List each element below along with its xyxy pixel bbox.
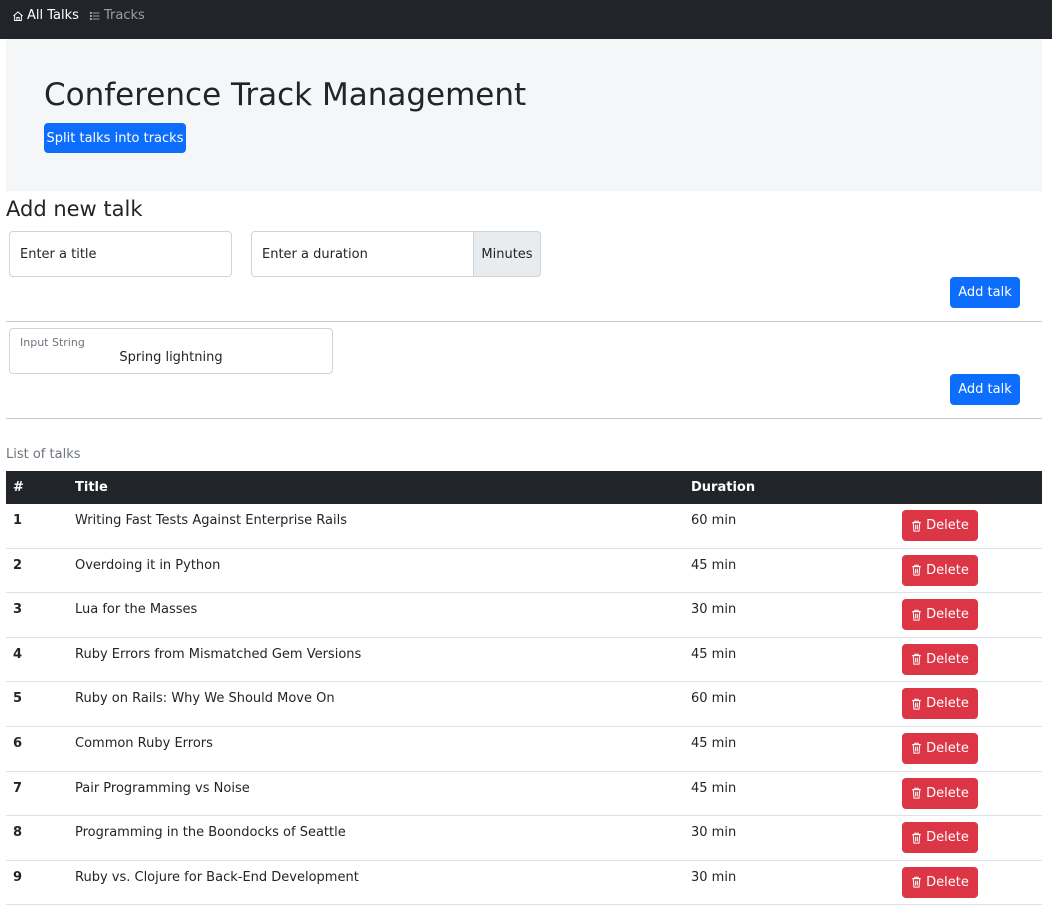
delete-label: Delete [926,830,969,846]
delete-button[interactable]: Delete [902,732,978,764]
talk-number: 5 [13,691,23,707]
input-string-value: Spring lightning [119,350,223,365]
delete-button[interactable]: Delete [902,510,978,541]
delete-label: Delete [926,740,969,756]
table-row: 3 Lua for the Masses 30 min Delete [6,593,1042,638]
add-talk-string-button[interactable]: Add talk [950,374,1020,405]
nav-all-talks[interactable]: All Talks [12,8,79,23]
top-navbar: All Talks Tracks [0,0,1052,39]
hero-panel: Conference Track Management Split talks … [6,39,1042,191]
delete-button[interactable]: Delete [902,777,978,809]
trash-icon [912,743,921,755]
talk-title: Ruby Errors from Mismatched Gem Versions [75,646,362,662]
add-talk-button[interactable]: Add talk [950,277,1020,308]
input-string-label: Input String [20,336,85,349]
talk-number: 4 [13,646,23,662]
delete-label: Delete [926,607,969,623]
table-row: 1 Writing Fast Tests Against Enterprise R… [6,504,1042,549]
talk-number: 8 [13,825,23,841]
delete-label: Delete [926,518,969,533]
table-row: 8 Programming in the Boondocks of Seattle… [6,816,1042,861]
talk-title: Ruby on Rails: Why We Should Move On [75,691,335,707]
trash-icon [912,877,921,888]
table-row: 5 Ruby on Rails: Why We Should Move On 60 … [6,682,1042,727]
talks-table-body: 1 Writing Fast Tests Against Enterprise R… [6,504,1042,906]
col-number: # [13,480,24,495]
delete-button[interactable]: Delete [902,866,978,898]
talk-duration: 45 min [691,557,737,573]
title-input[interactable]: Enter a title [9,231,232,277]
table-row: 9 Ruby vs. Clojure for Back-End Developme… [6,861,1042,906]
delete-label: Delete [926,651,969,667]
delete-button[interactable]: Delete [902,643,978,675]
delete-label: Delete [926,874,969,890]
talk-title: Lua for the Masses [75,602,198,618]
trash-icon [912,698,921,710]
talk-number: 9 [13,869,23,885]
table-row: 2 Overdoing it in Python 45 min Delete [6,549,1042,594]
trash-icon [912,654,921,665]
divider [6,418,1042,419]
table-row: 6 Common Ruby Errors 45 min Delete [6,727,1042,772]
talk-number: 2 [13,557,23,573]
delete-button[interactable]: Delete [902,599,978,631]
page-title: Conference Track Management [44,77,527,113]
col-title: Title [75,480,108,495]
talk-duration: 30 min [691,825,737,841]
talk-number: 6 [13,735,23,751]
talk-title: Overdoing it in Python [75,557,221,573]
talk-title: Writing Fast Tests Against Enterprise Ra… [75,513,347,528]
home-icon [13,10,23,21]
talk-number: 1 [13,513,23,528]
delete-button[interactable]: Delete [902,554,978,586]
duration-input-placeholder: Enter a duration [262,246,368,262]
talk-duration: 45 min [691,646,737,662]
col-duration: Duration [691,480,756,495]
delete-label: Delete [926,696,969,712]
talks-table-header: # Title Duration [6,471,1042,504]
talk-duration: 45 min [691,780,737,796]
delete-label: Delete [926,785,969,801]
duration-input[interactable]: Enter a duration [251,231,474,277]
title-input-placeholder: Enter a title [20,246,97,262]
duration-unit-addon: Minutes [473,231,541,277]
talks-caption: List of talks [6,447,81,462]
split-talks-button[interactable]: Split talks into tracks [44,123,186,153]
talk-title: Pair Programming vs Noise [75,780,250,796]
delete-button[interactable]: Delete [902,822,978,854]
delete-button[interactable]: Delete [902,688,978,720]
trash-icon [912,609,921,621]
nav-tracks-label: Tracks [104,8,145,23]
nav-tracks[interactable]: Tracks [89,8,145,23]
talk-duration: 30 min [691,602,737,618]
list-icon [89,11,100,20]
talk-title: Ruby vs. Clojure for Back-End Developmen… [75,869,359,885]
nav-all-talks-label: All Talks [27,8,79,23]
trash-icon [912,520,921,532]
talk-title: Common Ruby Errors [75,735,213,751]
talk-duration: 60 min [691,513,737,528]
talk-duration: 60 min [691,691,737,707]
table-row: 4 Ruby Errors from Mismatched Gem Version… [6,638,1042,683]
add-talk-heading: Add new talk [6,197,143,221]
talk-number: 7 [13,780,23,796]
trash-icon [912,564,921,576]
table-row: 7 Pair Programming vs Noise 45 min Delete [6,772,1042,817]
divider [6,321,1042,322]
delete-label: Delete [926,562,969,578]
talk-duration: 30 min [691,869,737,885]
trash-icon [912,832,921,844]
talk-title: Programming in the Boondocks of Seattle [75,825,346,841]
trash-icon [912,787,921,799]
talk-number: 3 [13,602,23,618]
talk-duration: 45 min [691,735,737,751]
input-string-field[interactable]: Input String Spring lightning [9,328,333,374]
